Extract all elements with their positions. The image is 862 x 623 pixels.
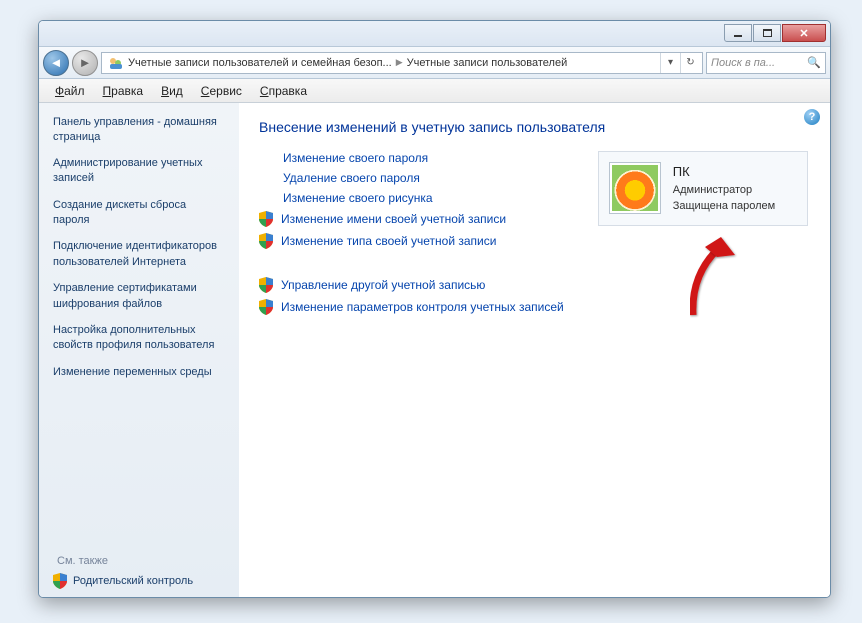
task-label: Изменение типа своей учетной записи (281, 234, 496, 248)
content-area: Панель управления - домашняя страница Ад… (39, 103, 830, 597)
search-icon: 🔍 (807, 56, 821, 69)
parental-control-label: Родительский контроль (73, 575, 193, 587)
menu-file[interactable]: Файл (47, 82, 93, 100)
user-role: Администратор (673, 182, 775, 199)
main-panel: ? Внесение изменений в учетную запись по… (239, 103, 830, 597)
search-placeholder: Поиск в па... (711, 57, 775, 69)
task-link[interactable]: Изменение типа своей учетной записи (259, 233, 564, 249)
nav-toolbar: ◄ ► Учетные записи пользователей и семей… (39, 47, 830, 79)
sidebar-item[interactable]: Администрирование учетных записей (53, 156, 225, 188)
menu-service[interactable]: Сервис (193, 82, 250, 100)
task-label: Изменение своего пароля (283, 151, 428, 165)
task-link[interactable]: Изменение имени своей учетной записи (259, 211, 564, 227)
user-account-card[interactable]: ПК Администратор Защищена паролем (598, 151, 808, 226)
help-icon[interactable]: ? (804, 109, 820, 125)
user-accounts-icon (108, 55, 124, 71)
menu-help[interactable]: Справка (252, 82, 315, 100)
task-list: Изменение своего пароля Удаление своего п… (259, 151, 564, 335)
task-link[interactable]: Изменение своего пароля (259, 151, 564, 165)
search-input[interactable]: Поиск в па... 🔍 (706, 52, 826, 74)
back-button[interactable]: ◄ (43, 50, 69, 76)
task-label: Управление другой учетной записью (281, 278, 485, 292)
task-link[interactable]: Удаление своего пароля (259, 171, 564, 185)
task-link[interactable]: Изменение своего рисунка (259, 191, 564, 205)
shield-icon (259, 211, 273, 227)
forward-button[interactable]: ► (72, 50, 98, 76)
chevron-right-icon: ▶ (392, 57, 407, 68)
sidebar-item[interactable]: Настройка дополнительных свойств профиля… (53, 323, 225, 355)
sidebar: Панель управления - домашняя страница Ад… (39, 103, 239, 597)
task-label: Изменение параметров контроля учетных за… (281, 300, 564, 314)
breadcrumb-dropdown[interactable]: ▾ (660, 53, 680, 73)
close-button[interactable]: ✕ (782, 24, 826, 42)
control-panel-home-link[interactable]: Панель управления - домашняя страница (53, 115, 225, 146)
maximize-button[interactable] (753, 24, 781, 42)
address-bar[interactable]: Учетные записи пользователей и семейная … (101, 52, 703, 74)
menu-bar: Файл Правка Вид Сервис Справка (39, 79, 830, 103)
breadcrumb-part[interactable]: Учетные записи пользователей и семейная … (128, 57, 392, 69)
shield-icon (259, 277, 273, 293)
menu-view[interactable]: Вид (153, 82, 191, 100)
minimize-button[interactable] (724, 24, 752, 42)
parental-control-link[interactable]: Родительский контроль (53, 573, 225, 589)
shield-icon (259, 299, 273, 315)
avatar (609, 162, 661, 214)
refresh-button[interactable]: ↻ (680, 53, 700, 73)
sidebar-item[interactable]: Подключение идентификаторов пользователе… (53, 239, 225, 271)
task-label: Удаление своего пароля (283, 171, 420, 185)
task-label: Изменение своего рисунка (283, 191, 433, 205)
task-link[interactable]: Управление другой учетной записью (259, 277, 564, 293)
sidebar-item[interactable]: Создание дискеты сброса пароля (53, 198, 225, 230)
task-label: Изменение имени своей учетной записи (281, 212, 506, 226)
user-name: ПК (673, 162, 775, 182)
titlebar: ✕ (39, 21, 830, 47)
sidebar-item[interactable]: Изменение переменных среды (53, 365, 225, 381)
breadcrumb-part[interactable]: Учетные записи пользователей (407, 57, 568, 69)
task-link[interactable]: Изменение параметров контроля учетных за… (259, 299, 564, 315)
shield-icon (259, 233, 273, 249)
see-also-label: См. также (57, 555, 225, 567)
menu-edit[interactable]: Правка (95, 82, 152, 100)
sidebar-item[interactable]: Управление сертификатами шифрования файл… (53, 281, 225, 313)
window: ✕ ◄ ► Учетные записи пользователей и сем… (38, 20, 831, 598)
user-info: ПК Администратор Защищена паролем (673, 162, 775, 215)
shield-icon (53, 573, 67, 589)
user-status: Защищена паролем (673, 198, 775, 215)
page-title: Внесение изменений в учетную запись поль… (259, 119, 810, 135)
